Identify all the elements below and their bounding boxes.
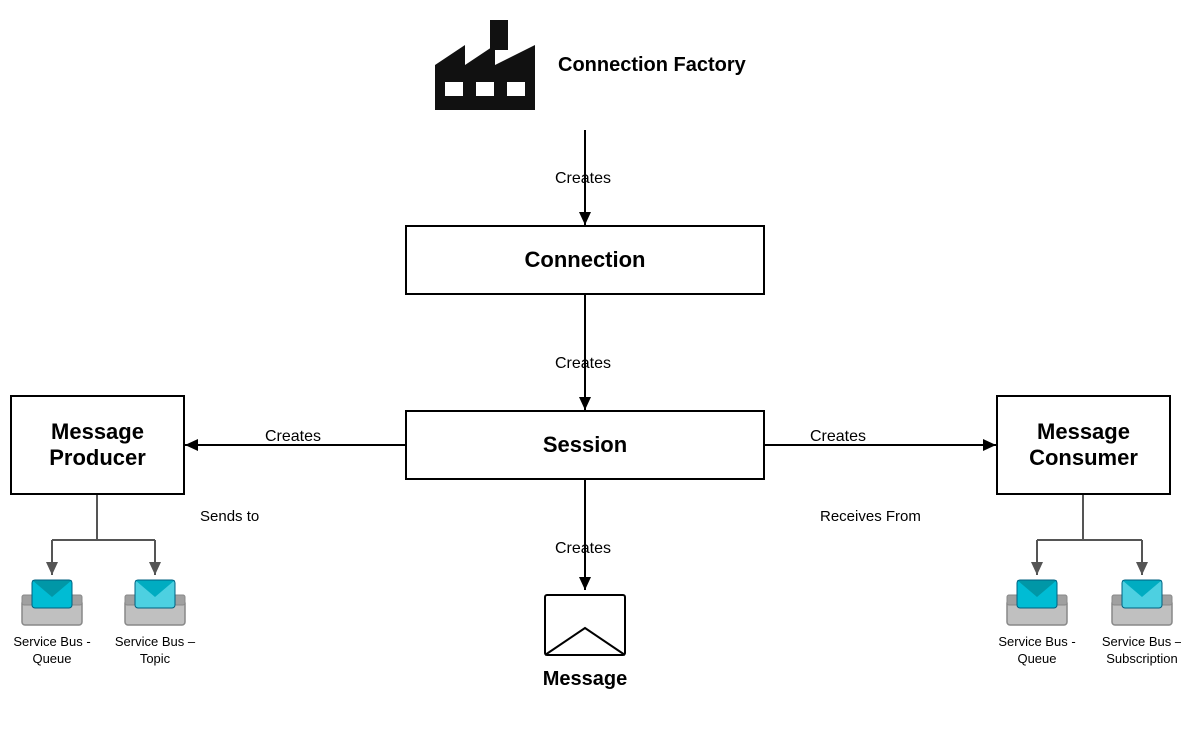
sends-to-label: Sends to <box>200 508 259 525</box>
sb-queue-right: Service Bus - Queue <box>992 575 1082 668</box>
sb-queue-left-icon <box>17 575 87 630</box>
sb-topic-left-icon <box>120 575 190 630</box>
creates-label-1: Creates <box>555 170 611 188</box>
message-label: Message <box>543 668 628 691</box>
sb-queue-left-label: Service Bus - Queue <box>13 634 90 668</box>
sb-queue-right-icon <box>1002 575 1072 630</box>
connection-label: Connection <box>525 247 646 273</box>
sb-queue-right-label: Service Bus - Queue <box>998 634 1075 668</box>
consumer-box: Message Consumer <box>996 395 1171 495</box>
session-box: Session <box>405 410 765 480</box>
factory-icon <box>430 10 540 120</box>
sb-topic-left-label: Service Bus – Topic <box>115 634 195 668</box>
factory-label: Connection Factory <box>558 54 746 77</box>
creates-label-2: Creates <box>555 355 611 373</box>
sb-subscription-right-icon <box>1107 575 1177 630</box>
sb-subscription-right: Service Bus – Subscription <box>1097 575 1181 668</box>
creates-label-5: Creates <box>555 540 611 558</box>
message-envelope: Message <box>540 590 630 691</box>
connection-box: Connection <box>405 225 765 295</box>
receives-from-label: Receives From <box>820 508 921 525</box>
diagram: Connection Factory Creates Connection Cr… <box>0 0 1181 755</box>
session-label: Session <box>543 432 627 458</box>
producer-box: Message Producer <box>10 395 185 495</box>
creates-label-4: Creates <box>810 428 866 446</box>
message-envelope-icon <box>540 590 630 660</box>
consumer-label: Message Consumer <box>1029 419 1138 471</box>
sb-queue-left: Service Bus - Queue <box>7 575 97 668</box>
creates-label-3: Creates <box>265 428 321 446</box>
producer-label: Message Producer <box>49 419 146 471</box>
factory-container: Connection Factory <box>430 10 746 120</box>
sb-subscription-right-label: Service Bus – Subscription <box>1102 634 1181 668</box>
sb-topic-left: Service Bus – Topic <box>110 575 200 668</box>
